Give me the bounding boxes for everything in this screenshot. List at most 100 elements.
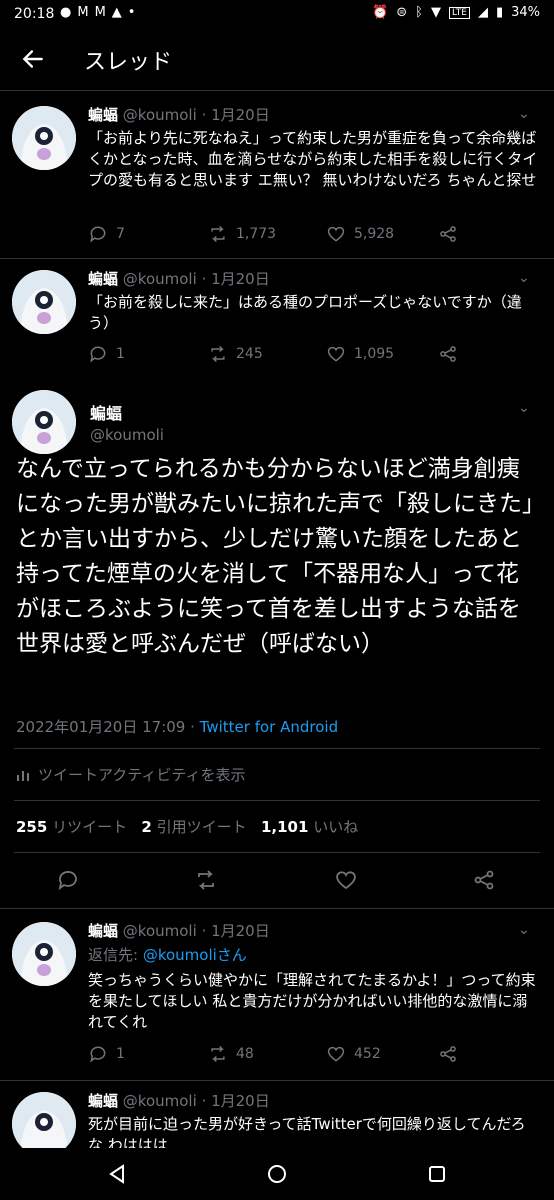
reply-to-label: 返信先: [88,946,143,964]
retweet-icon [211,345,225,363]
tweet-date: · 1月20日 [201,106,270,124]
reply-button[interactable]: 7 [88,224,208,244]
sync-icon: ⊜ [396,5,408,20]
status-time: 20:18 [14,6,55,22]
avatar[interactable] [12,270,76,334]
tweet-stats: 255 リツイート 2 引用ツイート 1,101 いいね [16,816,358,837]
tweet-header: 蝙蝠 @koumoli · 1月20日 [88,920,270,941]
like-count: 1,095 [354,346,395,362]
author-name[interactable]: 蝙蝠 [90,400,122,424]
nav-back-icon[interactable] [108,1164,126,1184]
share-button[interactable] [438,1044,458,1064]
divider [0,908,554,909]
like-button[interactable]: 452 [326,1044,438,1064]
author-handle[interactable]: @koumoli [123,106,197,124]
avatar-image [12,270,76,334]
share-button[interactable] [438,224,458,244]
more-options-icon[interactable]: ⌄ [518,270,530,286]
tweet-date: · 1月20日 [201,1092,270,1110]
tweet-date: · 1月20日 [201,270,270,288]
reply-button[interactable]: 1 [88,344,208,364]
system-nav-bar [0,1148,554,1200]
app-bar: スレッド [0,30,554,90]
share-icon [440,1046,456,1062]
retweets-stat[interactable]: 255 リツイート [16,818,127,836]
avatar[interactable] [12,1092,76,1148]
reply-count: 1 [116,1046,125,1062]
divider [14,852,540,853]
tweet[interactable]: 蝙蝠 @koumoli · 1月20日 ⌄ 「お前を殺しに来た」はある種のプロポ… [0,266,554,376]
avatar[interactable] [12,106,76,170]
tweet-actions: 1 245 1,095 [88,344,458,364]
avatar[interactable] [12,922,76,986]
reply-count: 1 [116,346,125,362]
wifi-icon: ▼ [430,5,441,20]
nav-home-icon[interactable] [267,1164,287,1184]
author-handle[interactable]: @koumoli [90,426,164,444]
retweet-button[interactable]: 1,773 [208,224,326,244]
battery-level: 34% [511,5,540,20]
retweet-icon[interactable] [194,868,218,892]
back-arrow-icon[interactable] [20,46,46,72]
retweet-button[interactable]: 245 [208,344,326,364]
avatar-image [12,1092,76,1148]
more-options-icon[interactable]: ⌄ [518,106,530,122]
tweet[interactable]: 蝙蝠 @koumoli · 1月20日 ⌄ 返信先: @koumoliさん 笑っ… [0,916,554,1076]
share-icon [440,346,456,362]
quotes-stat[interactable]: 2 引用ツイート [141,818,246,836]
avatar[interactable] [12,390,76,454]
nav-recents-icon[interactable] [428,1165,446,1183]
system-icons: ⏰ ⊜ ᛒ ▼ LTE ◢ ▮ 34% [372,5,540,20]
reply-count: 7 [116,226,125,242]
network-label: LTE [448,6,470,19]
reply-icon [90,1046,106,1063]
reply-icon[interactable] [56,868,80,892]
avatar-image [12,390,76,454]
battery-icon: ▮ [495,5,504,20]
retweet-count: 245 [236,346,263,362]
reply-icon [90,226,106,243]
heart-icon[interactable] [334,868,358,892]
like-button[interactable]: 1,095 [326,344,438,364]
divider [0,258,554,259]
alarm-icon: ⏰ [372,5,389,20]
line-icon: ● [60,5,72,20]
tweet[interactable]: 蝙蝠 @koumoli · 1月20日 ⌄ 「お前より先に死なねえ」って約束した… [0,100,554,260]
client-link[interactable]: Twitter for Android [200,718,338,736]
retweet-button[interactable]: 48 [208,1044,326,1064]
divider [14,800,540,801]
author-name[interactable]: 蝙蝠 [88,270,118,288]
reply-to-link[interactable]: @koumoliさん [143,946,247,964]
author-handle[interactable]: @koumoli [123,270,197,288]
tweet-header: 蝙蝠 @koumoli · 1月20日 [88,1090,270,1111]
author-handle[interactable]: @koumoli [123,1092,197,1110]
page-title: スレッド [84,50,173,75]
author-handle[interactable]: @koumoli [123,922,197,940]
tweet-activity-link[interactable]: ツイートアクティビティを表示 [16,764,245,785]
divider [14,748,540,749]
author-name[interactable]: 蝙蝠 [88,922,118,940]
tweet-text: 笑っちゃうくらい健やかに「理解されてたまるかよ！」つって約束を果たしてほしい 私… [88,971,536,1031]
reply-button[interactable]: 1 [88,1044,208,1064]
status-bar: 20:18 ● M M ▲ • ⏰ ⊜ ᛒ ▼ LTE ◢ ▮ 34% [0,0,554,30]
retweet-icon [211,1045,225,1063]
avatar-image [12,106,76,170]
share-button[interactable] [438,344,458,364]
like-button[interactable]: 5,928 [326,224,438,244]
share-icon [440,226,456,242]
analytics-icon [17,770,29,781]
author-name[interactable]: 蝙蝠 [88,1092,118,1110]
dot-icon: • [127,5,136,20]
notification-icons: ● M M ▲ • [60,5,135,20]
tweet[interactable]: 蝙蝠 @koumoli · 1月20日 死が目前に迫った男が好きって話Twitt… [0,1086,554,1148]
share-icon[interactable] [472,868,496,892]
more-options-icon[interactable]: ⌄ [518,922,530,938]
author-name[interactable]: 蝙蝠 [88,106,118,124]
bluetooth-icon: ᛒ [415,5,423,20]
likes-stat[interactable]: 1,101 いいね [261,818,358,836]
heart-icon [327,226,345,242]
retweet-count: 1,773 [236,226,277,242]
tweet-text: 死が目前に迫った男が好きって話Twitterで何回繰り返してんだろな わははは [88,1115,526,1148]
mail-icon: M [94,5,106,20]
more-options-icon[interactable]: ⌄ [518,400,530,416]
